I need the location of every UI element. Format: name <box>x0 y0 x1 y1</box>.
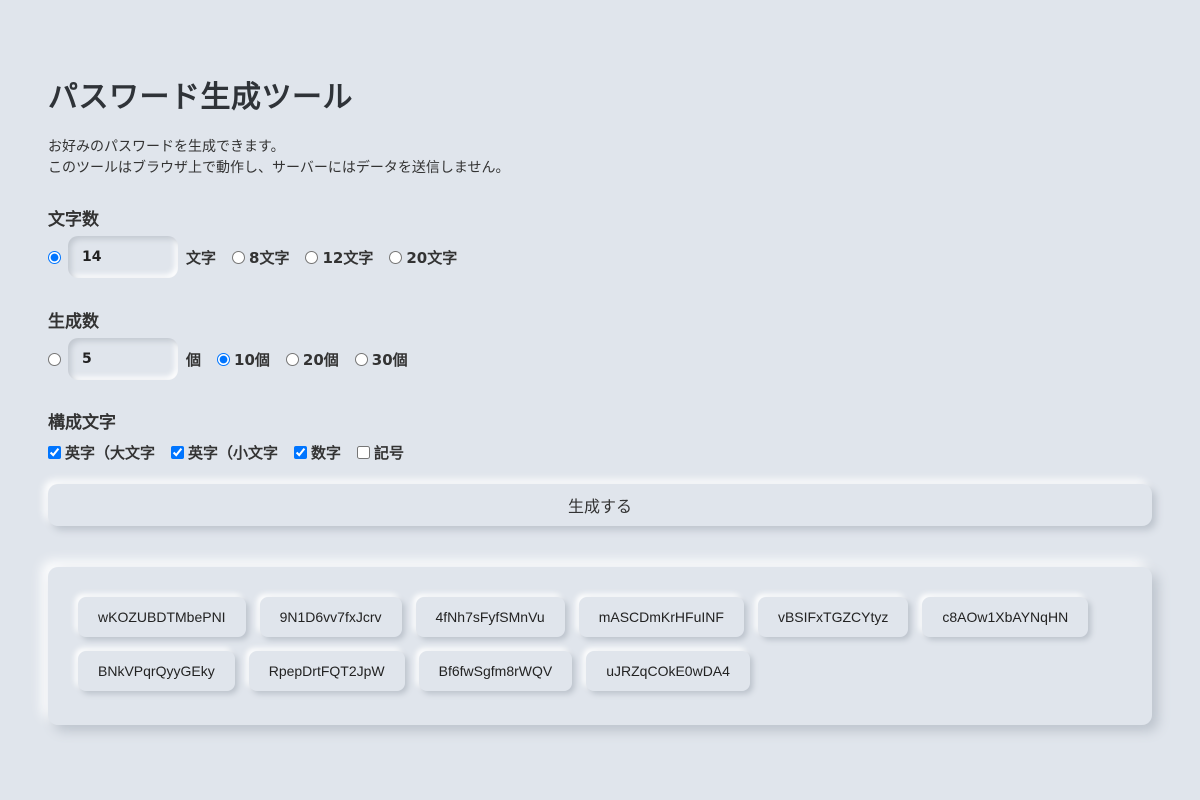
lowercase-option[interactable]: 英字（小文字 <box>171 442 278 463</box>
chars-section-title: 構成文字 <box>48 413 116 433</box>
password-item[interactable]: mASCDmKrHFuINF <box>578 597 744 637</box>
description: お好みのパスワードを生成できます。 このツールはブラウザ上で動作し、サーバーには… <box>48 137 509 179</box>
length-20-radio[interactable] <box>389 250 403 264</box>
length-option-label: 12文字 <box>322 248 374 267</box>
uppercase-checkbox[interactable] <box>48 446 61 459</box>
password-item[interactable]: 9N1D6vv7fxJcrv <box>259 597 402 637</box>
count-option-label: 10個 <box>234 350 270 369</box>
password-item[interactable]: 4fNh7sFyfSMnVu <box>415 597 565 637</box>
length-custom-radio[interactable] <box>48 250 61 264</box>
description-line-2: このツールはブラウザ上で動作し、サーバーにはデータを送信しません。 <box>48 160 510 176</box>
uppercase-label: 英字（大文字 <box>65 444 156 462</box>
password-list: wKOZUBDTMbePNI 9N1D6vv7fxJcrv 4fNh7sFyfS… <box>78 597 1122 691</box>
password-item[interactable]: RpepDrtFQT2JpW <box>248 651 405 691</box>
password-item[interactable]: vBSIFxTGZCYtyz <box>757 597 909 637</box>
lowercase-checkbox[interactable] <box>171 446 185 459</box>
count-option-20[interactable]: 20個 <box>285 349 339 370</box>
symbols-label: 記号 <box>374 444 405 462</box>
count-10-radio[interactable] <box>217 352 231 366</box>
count-custom-radio[interactable] <box>48 352 61 366</box>
chars-row: 英字（大文字 英字（小文字 数字 記号 <box>48 442 420 463</box>
digits-label: 数字 <box>311 444 342 462</box>
uppercase-option[interactable]: 英字（大文字 <box>48 442 155 463</box>
count-section-title: 生成数 <box>48 312 99 332</box>
digits-checkbox[interactable] <box>294 446 308 459</box>
length-option-8[interactable]: 8文字 <box>232 247 289 268</box>
symbols-option[interactable]: 記号 <box>357 442 404 463</box>
length-row: 文字 8文字 12文字 20文字 <box>48 236 473 278</box>
length-section-title: 文字数 <box>48 210 99 230</box>
count-20-radio[interactable] <box>285 352 299 366</box>
password-item[interactable]: c8AOw1XbAYNqHN <box>922 597 1089 637</box>
password-item[interactable]: Bf6fwSgfm8rWQV <box>418 651 573 691</box>
length-12-radio[interactable] <box>305 250 319 264</box>
length-option-label: 20文字 <box>406 248 458 267</box>
password-item[interactable]: BNkVPqrQyyGEky <box>78 651 235 691</box>
digits-option[interactable]: 数字 <box>294 442 341 463</box>
result-panel: wKOZUBDTMbePNI 9N1D6vv7fxJcrv 4fNh7sFyfS… <box>48 567 1152 725</box>
password-item[interactable]: uJRZqCOkE0wDA4 <box>586 651 750 691</box>
count-30-radio[interactable] <box>354 352 368 366</box>
length-input[interactable] <box>68 236 178 278</box>
length-option-20[interactable]: 20文字 <box>389 247 457 268</box>
length-unit-label: 文字 <box>186 248 217 267</box>
count-option-10[interactable]: 10個 <box>217 349 270 370</box>
generate-button[interactable]: 生成する <box>48 484 1152 526</box>
length-option-12[interactable]: 12文字 <box>305 247 373 268</box>
length-8-radio[interactable] <box>232 250 246 264</box>
count-option-label: 30個 <box>371 350 408 369</box>
password-item[interactable]: wKOZUBDTMbePNI <box>78 597 246 637</box>
page-title: パスワード生成ツール <box>48 80 353 115</box>
description-line-1: お好みのパスワードを生成できます。 <box>48 139 285 155</box>
count-option-30[interactable]: 30個 <box>354 349 408 370</box>
count-input[interactable] <box>68 338 178 380</box>
length-option-label: 8文字 <box>249 248 290 267</box>
lowercase-label: 英字（小文字 <box>188 444 279 462</box>
symbols-checkbox[interactable] <box>357 446 371 459</box>
count-row: 個 10個 20個 30個 <box>48 338 424 380</box>
count-option-label: 20個 <box>302 350 339 369</box>
count-unit-label: 個 <box>186 350 202 369</box>
